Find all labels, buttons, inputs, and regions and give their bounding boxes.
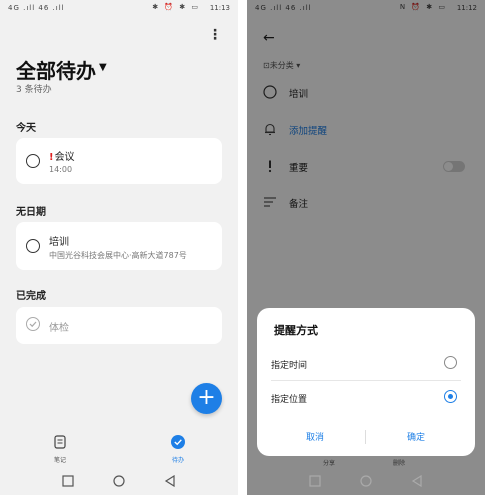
todo-item-checkup[interactable]: 体检 [16, 307, 222, 344]
dialog-actions: 取消 确定 [257, 426, 475, 446]
todo-item-meeting[interactable]: !会议 14:00 [16, 138, 222, 184]
todo-time: 14:00 [49, 165, 73, 174]
more-options-icon[interactable]: ⋮ [208, 28, 222, 42]
completed-check-icon[interactable] [26, 317, 40, 331]
todo-title: 会议 [54, 152, 75, 163]
dialog-title: 提醒方式 [274, 324, 318, 337]
todo-item-training[interactable]: 培训 中国光谷科技会展中心·高新大道787号 [16, 222, 222, 270]
option-label: 指定时间 [271, 361, 308, 371]
add-todo-button[interactable]: + [191, 383, 222, 414]
tab-todo[interactable]: 待办 [158, 434, 198, 464]
recent-apps-icon[interactable] [62, 475, 74, 487]
complete-radio[interactable] [26, 239, 40, 253]
signal-indicator: 4G .ıll 46 .ıll [8, 4, 65, 12]
page-title[interactable]: 全部待办 [16, 55, 96, 84]
tab-notes[interactable]: 笔记 [40, 434, 80, 464]
todo-check-icon [171, 435, 185, 449]
home-icon[interactable] [113, 475, 125, 487]
back-nav-icon[interactable] [164, 475, 176, 487]
option-label: 指定位置 [271, 395, 308, 405]
todo-location: 中国光谷科技会展中心·高新大道787号 [49, 251, 187, 260]
complete-radio[interactable] [26, 154, 40, 168]
section-completed: 已完成 [16, 291, 46, 302]
todo-title: 体检 [49, 323, 69, 334]
back-nav-icon[interactable] [411, 475, 423, 487]
radio-selected[interactable] [444, 390, 457, 403]
button-divider [365, 430, 366, 444]
divider [271, 380, 461, 381]
tab-label: 笔记 [53, 457, 66, 464]
todo-title: 培训 [49, 237, 69, 248]
section-no-date: 无日期 [16, 207, 46, 218]
confirm-button[interactable]: 确定 [376, 430, 456, 443]
bottom-tab-bar: 笔记 待办 [0, 430, 238, 464]
share-label: 分享 [323, 460, 336, 467]
recent-apps-icon[interactable] [309, 475, 321, 487]
screen-divider [238, 0, 247, 495]
status-bar: 4G .ıll 46 .ıll ✱ ⏰ ✱ ▭ 11:13 [0, 0, 238, 18]
section-today: 今天 [16, 123, 36, 134]
status-icons: ✱ ⏰ ✱ ▭ [152, 3, 200, 11]
todo-list-screen: 4G .ıll 46 .ıll ✱ ⏰ ✱ ▭ 11:13 ⋮ 全部待办 ▼ 3… [0, 0, 238, 495]
radio-unselected[interactable] [444, 356, 457, 369]
option-specific-location[interactable]: 指定位置 [271, 384, 461, 412]
delete-label: 删除 [393, 460, 406, 467]
notes-icon [54, 435, 66, 449]
todo-count: 3 条待办 [16, 85, 52, 95]
status-time: 11:13 [209, 4, 230, 12]
dropdown-caret-icon[interactable]: ▼ [99, 62, 107, 73]
cancel-button[interactable]: 取消 [275, 430, 355, 443]
important-flag-icon: ! [49, 152, 54, 163]
home-icon[interactable] [360, 475, 372, 487]
tab-label: 待办 [171, 457, 184, 464]
reminder-method-dialog: 提醒方式 指定时间 指定位置 取消 确定 [257, 308, 475, 456]
todo-detail-screen: 4G .ıll 46 .ıll N ⏰ ✱ ▭ 11:12 ← ⊡未分类 ▾ 培… [247, 0, 485, 495]
option-specific-time[interactable]: 指定时间 [271, 350, 461, 378]
system-nav-bar [0, 470, 238, 492]
system-nav-bar [247, 470, 485, 492]
